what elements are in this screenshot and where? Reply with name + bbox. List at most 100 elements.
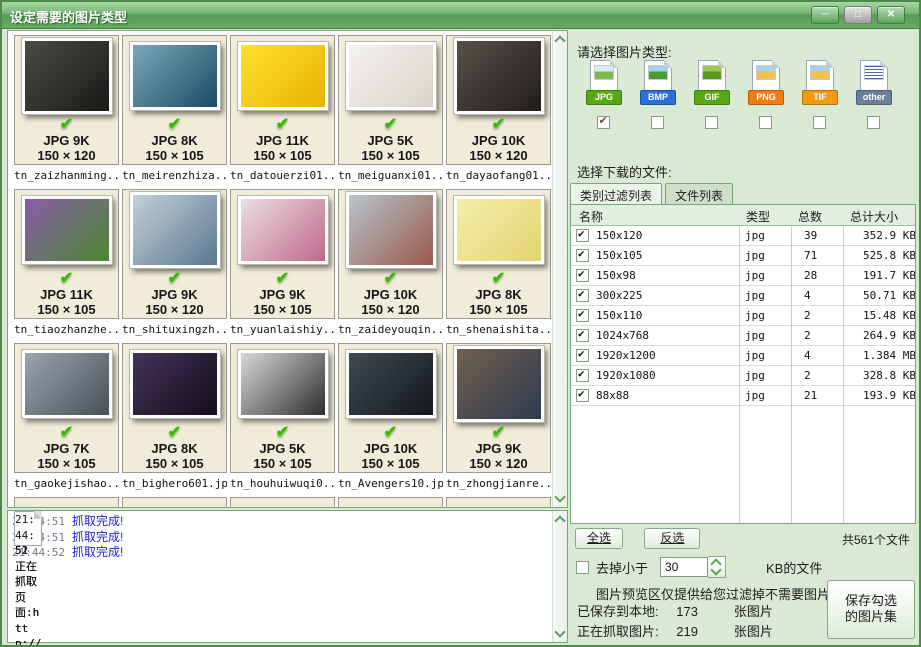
row-count: 2 — [797, 329, 856, 342]
log-time: 21:44:52 — [15, 513, 35, 557]
thumbnail-tile[interactable]: ✔ JPG 8K 150 × 105 — [122, 35, 227, 165]
filetype-checkbox[interactable] — [597, 116, 610, 129]
row-count: 21 — [797, 389, 856, 402]
thumbnail-tile[interactable]: ✔ JPG 9K 150 × 120 — [14, 35, 119, 165]
row-count: 39 — [797, 229, 856, 242]
row-checkbox[interactable] — [576, 369, 589, 382]
close-button[interactable]: ✕ — [877, 6, 905, 24]
filetype-icon[interactable]: other — [854, 60, 892, 107]
table-row[interactable]: 1024x768 jpg 2 264.9 KB — [571, 326, 915, 346]
check-icon: ✔ — [60, 116, 73, 133]
log-message: 抓取完成! — [72, 514, 123, 528]
select-all-button[interactable]: 全选 — [575, 528, 623, 549]
filetype-icon[interactable]: BMP — [638, 60, 676, 107]
filetype-icon[interactable]: PNG — [746, 60, 784, 107]
row-checkbox[interactable] — [576, 349, 589, 362]
tile-size-label: 150 × 105 — [361, 456, 419, 471]
tile-unit: ✔ JPG 11K 150 × 105 tn_tiaozhanzhe... — [14, 189, 119, 343]
filetype-checkbox[interactable] — [867, 116, 880, 129]
row-size: 328.8 KB — [856, 369, 915, 382]
thumbnail-tile[interactable]: ✔ JPG 9K 150 × 120 — [122, 189, 227, 319]
filetype-icon[interactable]: GIF — [692, 60, 730, 107]
row-checkbox[interactable] — [576, 389, 589, 402]
scroll-down-icon[interactable] — [554, 491, 565, 502]
row-name: 150x120 — [589, 229, 738, 242]
grid-scrollbar[interactable] — [552, 31, 567, 507]
tile-filename: tn_Avengers10.jpg — [338, 473, 443, 497]
table-row[interactable]: 150x110 jpg 2 15.48 KB — [571, 306, 915, 326]
log-line: 21:44:52正在抓取页面:http://www.yumi.com/membe… — [14, 511, 42, 546]
size-threshold-input[interactable] — [660, 557, 708, 577]
filetype-icon[interactable]: JPG — [584, 60, 622, 107]
thumbnail-tile[interactable]: ✔ JPG 7K 150 × 105 — [14, 343, 119, 473]
thumbnail-tile[interactable]: ✔ JPG 10K 150 × 105 — [338, 343, 443, 473]
tile-filename: tn_meiguanxi01... — [338, 165, 443, 189]
size-threshold-spinner[interactable] — [708, 556, 726, 578]
titlebar[interactable]: 设定需要的图片类型 ─ □ ✕ — [2, 2, 919, 29]
row-checkbox[interactable] — [576, 289, 589, 302]
row-checkbox[interactable] — [576, 309, 589, 322]
scroll-up-icon[interactable] — [554, 35, 565, 46]
check-icon: ✔ — [168, 116, 181, 133]
table-row[interactable]: 1920x1200 jpg 4 1.384 MB — [571, 346, 915, 366]
saved-status-line: 已保存到本地: 173 张图片 — [577, 601, 773, 620]
scroll-up-icon[interactable] — [554, 515, 565, 526]
row-checkbox[interactable] — [576, 249, 589, 262]
row-checkbox[interactable] — [576, 329, 589, 342]
filetype-banner: JPG — [586, 90, 622, 105]
filetype-banner: BMP — [640, 90, 676, 105]
minimize-button[interactable]: ─ — [811, 6, 839, 24]
thumbnail-tile[interactable]: ✔ JPG 11K 150 × 105 — [14, 189, 119, 319]
grabbing-count: 219 — [676, 624, 716, 639]
size-filter-label: 去掉小于 — [596, 558, 648, 577]
table-row[interactable]: 150x120 jpg 39 352.9 KB — [571, 226, 915, 246]
save-checked-button[interactable]: 保存勾选 的图片集 — [827, 580, 915, 639]
tile-size-label: 150 × 120 — [145, 302, 203, 317]
thumbnail-tile[interactable]: ✔ JPG 10K 150 × 120 — [446, 35, 551, 165]
tile-filename: tn_datouerzi01... — [230, 165, 335, 189]
thumbnail-tile[interactable]: ✔ JPG 5K 150 × 105 — [338, 35, 443, 165]
log-scrollbar[interactable] — [552, 511, 567, 642]
thumbnail-tile[interactable]: ✔ JPG 5K 150 × 105 — [230, 343, 335, 473]
size-filter-checkbox[interactable] — [576, 561, 589, 574]
maximize-button[interactable]: □ — [844, 6, 872, 24]
table-row[interactable]: 150x105 jpg 71 525.8 KB — [571, 246, 915, 266]
thumbnail-tile[interactable]: ✔ JPG 8K 150 × 105 — [446, 189, 551, 319]
tile-unit: ✔ JPG 9K 150 × 120 tn_shituxingzh... — [122, 189, 227, 343]
thumbnail-image — [22, 350, 112, 418]
tile-size-label: 150 × 105 — [37, 302, 95, 317]
tab-file-list[interactable]: 文件列表 — [665, 183, 733, 204]
row-checkbox[interactable] — [576, 269, 589, 282]
tile-format-label: JPG 10K — [364, 287, 417, 302]
scroll-down-icon[interactable] — [554, 626, 565, 637]
thumbnail-image — [454, 196, 544, 264]
tile-filename: tn_shituxingzh... — [122, 319, 227, 343]
filetype-checkbox[interactable] — [705, 116, 718, 129]
table-row[interactable]: 88x88 jpg 21 193.9 KB — [571, 386, 915, 406]
thumbnail-frame — [238, 344, 328, 424]
tile-filename: tn_gaokejishao... — [14, 473, 119, 497]
table-row[interactable]: 300x225 jpg 4 50.71 KB — [571, 286, 915, 306]
row-name: 1920x1200 — [589, 349, 738, 362]
filetype-checkbox[interactable] — [813, 116, 826, 129]
thumbnail-tile[interactable]: ✔ JPG 8K 150 × 105 — [122, 343, 227, 473]
filetype-item: PNG — [746, 60, 784, 129]
thumbnail-tile[interactable]: ✔ JPG 11K 150 × 105 — [230, 35, 335, 165]
thumbnail-frame — [454, 36, 544, 116]
filetype-icon[interactable]: TIF — [800, 60, 838, 107]
thumbnail-tile[interactable]: ✔ JPG 9K 150 × 105 — [230, 189, 335, 319]
table-row[interactable]: 1920x1080 jpg 2 328.8 KB — [571, 366, 915, 386]
filetype-checkbox[interactable] — [759, 116, 772, 129]
thumbnail-tile[interactable]: ✔ JPG 10K 150 × 120 — [338, 189, 443, 319]
window-title: 设定需要的图片类型 — [10, 7, 127, 26]
tile-unit: ✔ JPG 10K 150 × 120 tn_zaideyouqin... — [338, 189, 443, 343]
thumbnail-tile[interactable]: ✔ JPG 9K 150 × 120 — [446, 343, 551, 473]
tile-size-label: 150 × 105 — [37, 456, 95, 471]
log-line: 21:44:52抓取完成! — [12, 545, 550, 561]
thumbnail-tile-partial — [230, 497, 335, 507]
row-checkbox[interactable] — [576, 229, 589, 242]
table-row[interactable]: 150x98 jpg 28 191.7 KB — [571, 266, 915, 286]
row-size: 1.384 MB — [856, 349, 915, 362]
filetype-checkbox[interactable] — [651, 116, 664, 129]
invert-select-button[interactable]: 反选 — [644, 528, 700, 549]
